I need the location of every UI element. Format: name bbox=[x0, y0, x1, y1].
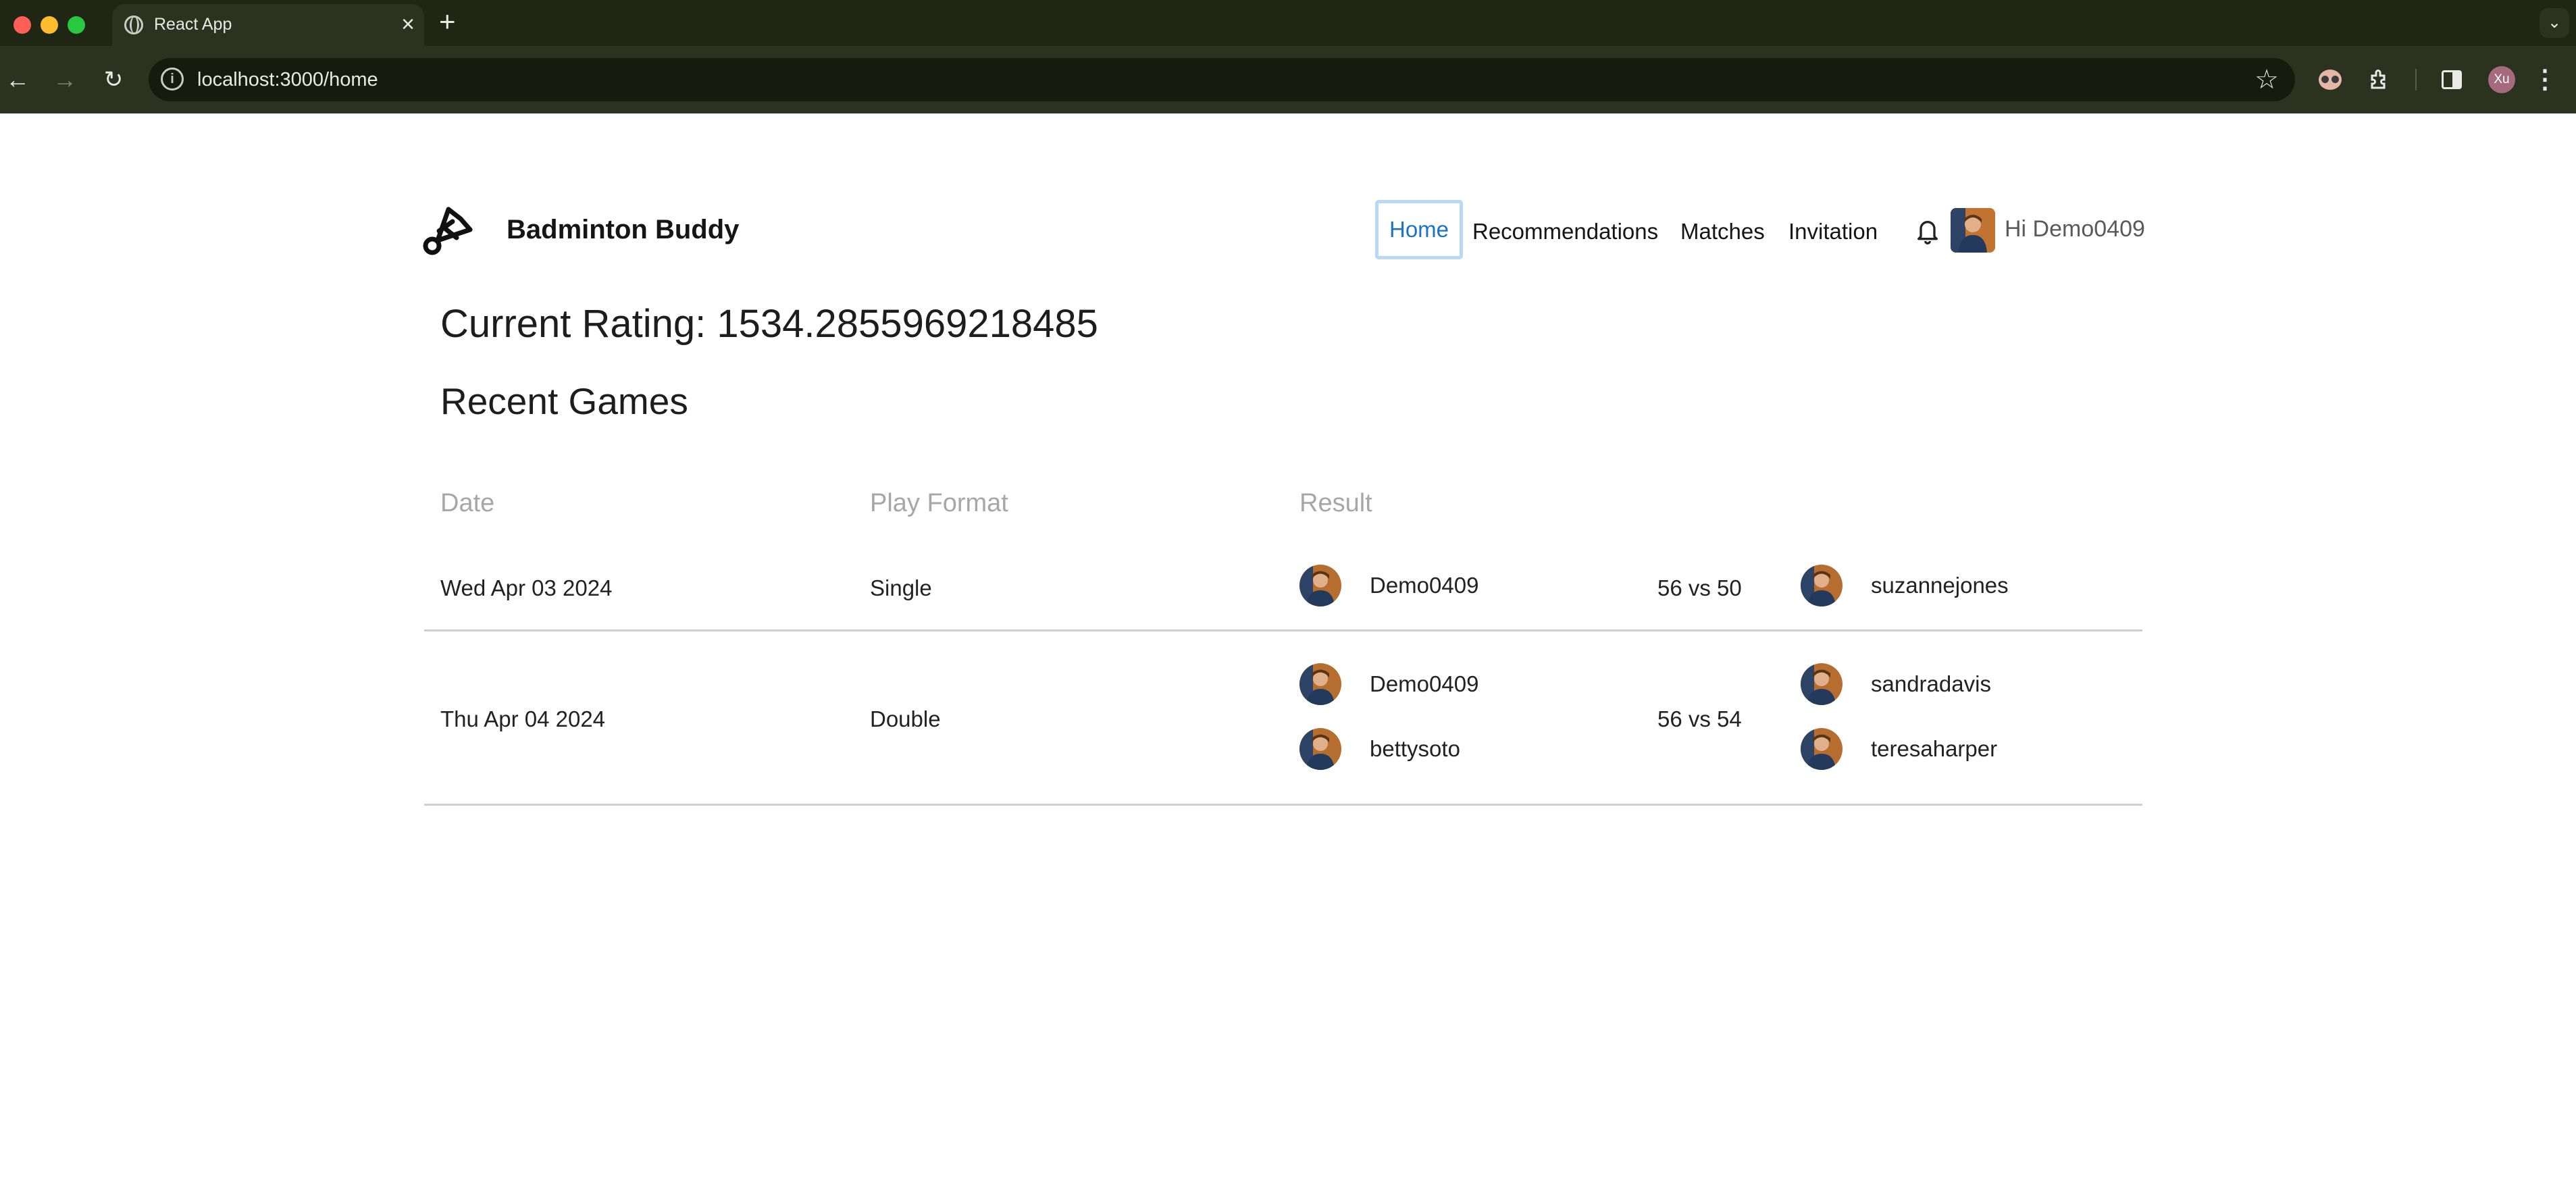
column-header-date: Date bbox=[440, 489, 495, 517]
avatar bbox=[1299, 663, 1341, 705]
current-rating: Current Rating: 1534.2855969218485 bbox=[440, 302, 1098, 346]
close-icon[interactable]: × bbox=[401, 11, 415, 37]
nav-recommendations[interactable]: Recommendations bbox=[1472, 219, 1658, 244]
avatar bbox=[1299, 728, 1341, 770]
user-greeting[interactable]: Hi Demo0409 bbox=[2005, 216, 2145, 242]
shuttlecock-logo-icon[interactable] bbox=[421, 204, 474, 257]
side-panel-icon[interactable] bbox=[2436, 63, 2468, 96]
nav-invitation[interactable]: Invitation bbox=[1788, 219, 1878, 244]
game-play-format: Double bbox=[870, 706, 941, 731]
game-date: Wed Apr 03 2024 bbox=[440, 575, 613, 600]
avatar bbox=[1801, 565, 1843, 606]
game-score: 56 vs 50 bbox=[1657, 575, 1742, 600]
extension-face-icon[interactable] bbox=[2314, 63, 2346, 96]
forward-arrow-icon[interactable]: → bbox=[49, 63, 81, 96]
chevron-down-icon[interactable]: ⌄ bbox=[2540, 8, 2569, 38]
player-name: bettysoto bbox=[1370, 736, 1460, 761]
info-icon[interactable]: i bbox=[161, 68, 184, 90]
browser-tab-strip: React App × + ⌄ bbox=[0, 0, 2576, 46]
brand-name[interactable]: Badminton Buddy bbox=[507, 215, 739, 245]
close-window-button[interactable] bbox=[14, 16, 31, 34]
player-name: teresaharper bbox=[1871, 736, 1998, 761]
avatar bbox=[1801, 663, 1843, 705]
row-divider bbox=[424, 629, 2142, 631]
nav-home[interactable]: Home bbox=[1375, 200, 1463, 259]
puzzle-extensions-icon[interactable] bbox=[2364, 63, 2396, 96]
tab-title: React App bbox=[154, 15, 232, 34]
minimize-window-button[interactable] bbox=[41, 16, 58, 34]
player-name: suzannejones bbox=[1871, 573, 2009, 598]
recent-games-title: Recent Games bbox=[440, 380, 688, 422]
column-header-result: Result bbox=[1299, 489, 1372, 517]
globe-icon bbox=[124, 16, 143, 34]
player-name: sandradavis bbox=[1871, 671, 1991, 696]
game-play-format: Single bbox=[870, 575, 932, 600]
profile-avatar[interactable]: Xu bbox=[2485, 63, 2518, 96]
avatar[interactable] bbox=[1951, 208, 1995, 253]
back-arrow-icon[interactable]: ← bbox=[1, 63, 34, 96]
app-page: Badminton Buddy Home Recommendations Mat… bbox=[0, 113, 2576, 1190]
game-score: 56 vs 54 bbox=[1657, 706, 1742, 731]
avatar bbox=[1299, 565, 1341, 606]
column-header-play-format: Play Format bbox=[870, 489, 1008, 517]
browser-tab[interactable]: React App × bbox=[112, 4, 424, 46]
avatar bbox=[1801, 728, 1843, 770]
nav-matches[interactable]: Matches bbox=[1680, 219, 1765, 244]
maximize-window-button[interactable] bbox=[68, 16, 85, 34]
game-date: Thu Apr 04 2024 bbox=[440, 706, 606, 731]
kebab-menu-icon[interactable]: ⋮ bbox=[2529, 63, 2561, 96]
browser-toolbar: ← → ↻ i localhost:3000/home ☆ Xu ⋮ bbox=[0, 46, 2576, 113]
reload-icon[interactable]: ↻ bbox=[97, 63, 130, 96]
player-name: Demo0409 bbox=[1370, 671, 1479, 696]
star-icon[interactable]: ☆ bbox=[2255, 63, 2279, 96]
player-name: Demo0409 bbox=[1370, 573, 1479, 598]
url-text[interactable]: localhost:3000/home bbox=[197, 69, 378, 91]
new-tab-button[interactable]: + bbox=[439, 7, 456, 36]
address-bar[interactable]: i localhost:3000/home ☆ bbox=[149, 58, 2295, 101]
bell-icon[interactable] bbox=[1914, 216, 1941, 246]
toolbar-divider bbox=[2415, 69, 2417, 90]
row-divider bbox=[424, 804, 2142, 806]
